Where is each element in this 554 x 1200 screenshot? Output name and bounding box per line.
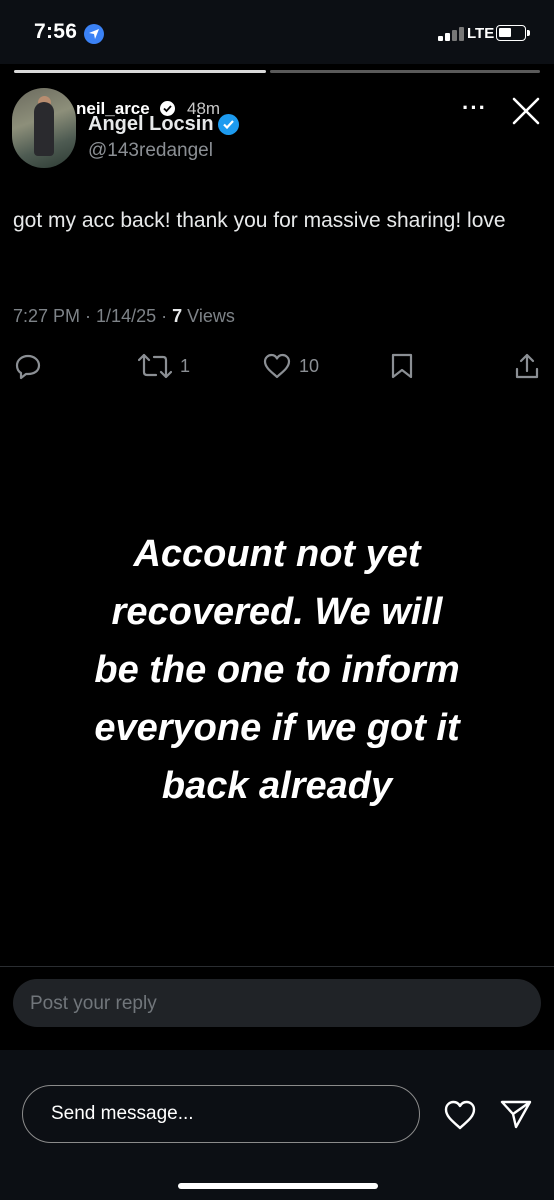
reply-icon [15, 354, 41, 380]
reply-input[interactable]: Post your reply [13, 979, 541, 1027]
retweet-button[interactable]: 1 [138, 352, 190, 380]
bookmark-button[interactable] [390, 352, 414, 380]
more-dots-icon[interactable]: ··· [462, 97, 487, 119]
bookmark-icon [391, 353, 413, 379]
status-bar: 7:56 LTE [0, 0, 554, 64]
overlay-line: Account not yet [133, 533, 421, 575]
tweet-handle: @143redangel [88, 140, 213, 161]
story-progress-segment-pending [270, 70, 540, 73]
tweet-views-count: 7 [172, 306, 183, 326]
tweet-display-name: Angel Locsin [88, 113, 214, 135]
close-icon[interactable] [511, 96, 541, 126]
story-progress-segment-done [14, 70, 266, 73]
paper-plane-icon[interactable] [499, 1098, 533, 1130]
like-count: 10 [299, 355, 320, 376]
tweet-date: 1/14/25 [96, 306, 157, 326]
heart-outline-icon[interactable] [443, 1099, 477, 1131]
share-button[interactable] [514, 352, 540, 380]
reply-button[interactable] [14, 352, 42, 380]
overlay-line: back already [161, 765, 393, 807]
tweet-time: 7:27 PM [13, 306, 81, 326]
battery-icon [496, 25, 530, 41]
retweet-icon [138, 353, 172, 379]
overlay-line: be the one to inform [94, 649, 460, 691]
avatar[interactable] [12, 88, 76, 168]
home-indicator [178, 1183, 378, 1189]
divider [0, 966, 554, 967]
share-icon [515, 353, 539, 379]
send-message-input[interactable]: Send message... [22, 1085, 420, 1143]
retweet-count: 1 [180, 355, 191, 376]
reply-placeholder: Post your reply [30, 993, 157, 1014]
like-button[interactable]: 10 [263, 352, 319, 380]
overlay-line: recovered. We will [111, 591, 443, 633]
heart-icon [263, 353, 291, 379]
signal-bars-icon [438, 25, 464, 41]
network-type: LTE [467, 25, 495, 42]
overlay-line: everyone if we got it [94, 707, 460, 749]
tweet-meta: 7:27 PM · 1/14/25 · 7 Views [13, 306, 235, 326]
location-arrow-icon [84, 24, 104, 44]
status-time: 7:56 [34, 20, 78, 43]
tweet-views-label: Views [187, 306, 235, 326]
verified-blue-badge-icon [218, 114, 239, 135]
tweet-text: got my acc back! thank you for massive s… [13, 209, 506, 232]
send-message-placeholder: Send message... [51, 1103, 194, 1124]
story-overlay-text: Account not yet recovered. We will be th… [0, 525, 554, 815]
